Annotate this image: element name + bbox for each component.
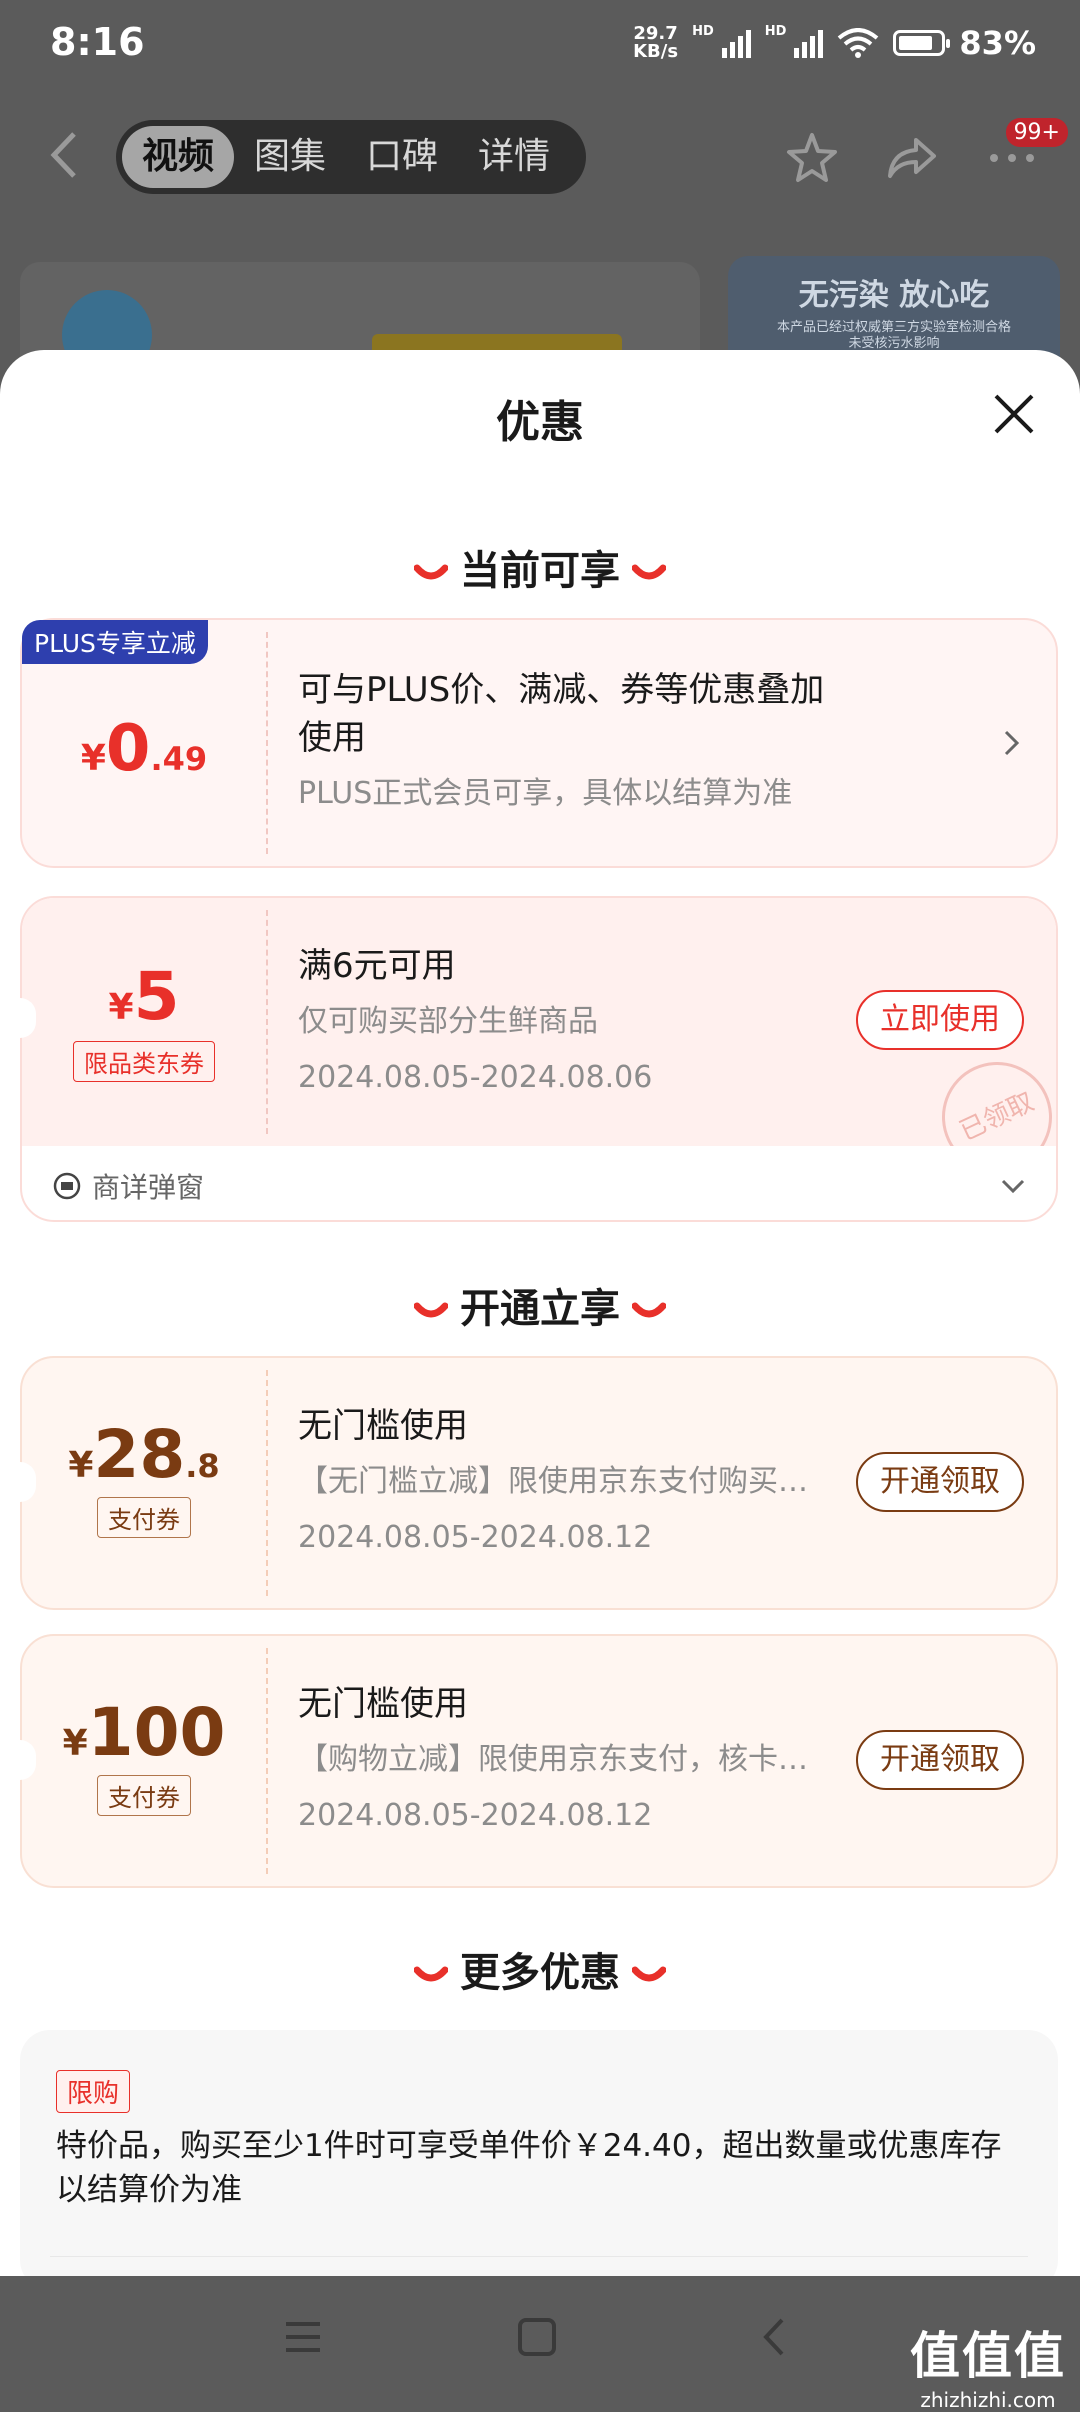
use-now-button[interactable]: 立即使用: [856, 990, 1024, 1050]
share-icon[interactable]: [884, 130, 940, 186]
coupon-5-tag: 限品类东券: [73, 1041, 215, 1082]
coupon-5-footer[interactable]: 商详弹窗: [52, 1166, 204, 1206]
coupon-100-card: ¥100 支付券 无门槛使用 【购物立减】限使用京东支付，核卡… 2024.08…: [20, 1634, 1058, 1888]
hd-label-1: HD: [692, 24, 714, 39]
plus-title-line2: 使用: [298, 718, 366, 758]
watermark-url: zhizhizhi.com: [920, 2388, 1056, 2412]
popup-icon: [53, 1172, 81, 1200]
coupon-100-price: ¥100 支付券: [22, 1636, 266, 1944]
amount-int: 0: [105, 712, 151, 786]
wifi-icon: [838, 28, 879, 58]
net-speed: 29.7 KB/s: [633, 25, 678, 61]
signal-icon-2: [794, 28, 824, 58]
amount-dec: .49: [150, 740, 208, 778]
section-open: 开通立享: [0, 1276, 1080, 1334]
coupon-100-title: 无门槛使用: [298, 1684, 468, 1724]
sheet-title: 优惠: [496, 397, 584, 448]
smile-icon: [414, 564, 448, 580]
smile-icon: [632, 564, 666, 580]
smile-icon: [632, 1966, 666, 1982]
footer-label: 商详弹窗: [92, 1171, 205, 1204]
hd-label-2: HD: [764, 24, 787, 39]
discount-sheet: 优惠 当前可享 PLUS专享立减 ¥0.49 可与PLUS价、满减、券等优惠叠加…: [0, 350, 1080, 2276]
coupon-5-price: ¥5 限品类东券: [22, 898, 266, 1206]
purchase-limit-card: 限购 特价品，购买至少1件时可享受单件价￥24.40，超出数量或优惠库存 以结算…: [20, 2030, 1058, 2276]
amount: 100: [87, 1694, 226, 1771]
smile-icon: [414, 1302, 448, 1318]
tab-gallery[interactable]: 图集: [234, 126, 346, 188]
coupon-28-tag: 支付券: [97, 1497, 191, 1538]
coupon-28-date: 2024.08.05-2024.08.12: [298, 1520, 653, 1555]
section-open-label: 开通立享: [460, 1286, 620, 1332]
clock: 8:16: [50, 20, 145, 64]
dashed-divider: [266, 632, 268, 854]
chevron-down-icon[interactable]: [1000, 1178, 1026, 1194]
star-icon[interactable]: [784, 130, 840, 186]
smile-icon: [414, 1966, 448, 1982]
open-claim-button[interactable]: 开通领取: [856, 1452, 1024, 1512]
amount-dec: .8: [185, 1447, 220, 1485]
dashed-divider: [266, 1648, 268, 1874]
open-claim-button[interactable]: 开通领取: [856, 1730, 1024, 1790]
status-bar: 8:16 29.7 KB/s HD HD 83%: [0, 0, 1080, 90]
currency-symbol: ¥: [68, 1445, 94, 1486]
menu-icon[interactable]: [280, 2314, 326, 2360]
coupon-5-desc: 仅可购买部分生鲜商品: [298, 1004, 598, 1039]
back-icon[interactable]: [752, 2314, 798, 2360]
battery-percent: 83%: [959, 24, 1036, 62]
section-more: 更多优惠: [0, 1940, 1080, 1998]
coupon-28-desc: 【无门槛立减】限使用京东支付购买…: [298, 1464, 808, 1499]
coupon-5-date: 2024.08.05-2024.08.06: [298, 1060, 653, 1095]
divider: [50, 2256, 1028, 2257]
currency-symbol: ¥: [62, 1723, 88, 1764]
safety-banner-title: 无污染 放心吃: [798, 278, 990, 313]
message-badge: 99+: [1005, 118, 1068, 147]
back-arrow-icon[interactable]: [44, 130, 84, 180]
dashed-divider: [266, 910, 268, 1134]
section-more-label: 更多优惠: [460, 1950, 620, 1996]
plus-discount-card[interactable]: PLUS专享立减 ¥0.49 可与PLUS价、满减、券等优惠叠加 使用 PLUS…: [20, 618, 1058, 868]
section-current-label: 当前可享: [460, 548, 620, 594]
claimed-stamp: 已领取: [942, 1062, 1052, 1146]
safety-banner-subtitle-1: 本产品已经过权威第三方实验室检测合格: [776, 320, 1011, 335]
coupon-28-title: 无门槛使用: [298, 1406, 468, 1446]
net-speed-unit: KB/s: [633, 41, 679, 62]
watermark-logo: 值值值: [910, 2327, 1066, 2385]
plus-title-line1: 可与PLUS价、满减、券等优惠叠加: [298, 670, 825, 710]
currency-symbol: ¥: [80, 738, 106, 779]
limit-text-line1: 特价品，购买至少1件时可享受单件价￥24.40，超出数量或优惠库存: [56, 2128, 1002, 2164]
media-tabs: 视频 图集 口碑 详情: [116, 120, 586, 194]
coupon-28-price: ¥28.8 支付券: [22, 1358, 266, 1666]
amount: 5: [133, 958, 180, 1035]
coupon-100-desc: 【购物立减】限使用京东支付，核卡…: [298, 1742, 808, 1777]
currency-symbol: ¥: [108, 987, 134, 1028]
tab-reviews[interactable]: 口碑: [346, 126, 458, 188]
coupon-28-card: ¥28.8 支付券 无门槛使用 【无门槛立减】限使用京东支付购买… 2024.0…: [20, 1356, 1058, 1610]
amount-int: 28: [93, 1416, 186, 1493]
signal-icon: [721, 28, 751, 58]
tab-details[interactable]: 详情: [458, 126, 570, 188]
claimed-stamp-text: 已领取: [942, 1062, 1052, 1146]
home-icon[interactable]: [514, 2314, 560, 2360]
close-icon[interactable]: [990, 390, 1038, 438]
smile-icon: [632, 1302, 666, 1318]
product-header: 视频 图集 口碑 详情: [0, 100, 1080, 210]
coupon-5-card: ¥5 限品类东券 满6元可用 仅可购买部分生鲜商品 2024.08.05-202…: [20, 896, 1058, 1222]
limit-text-line2: 以结算价为准: [56, 2172, 242, 2208]
battery-icon: [893, 30, 951, 56]
limit-text: 特价品，购买至少1件时可享受单件价￥24.40，超出数量或优惠库存 以结算价为准: [56, 2124, 1028, 2212]
plus-subtitle: PLUS正式会员可享，具体以结算为准: [298, 776, 793, 811]
section-current: 当前可享: [0, 538, 1080, 596]
coupon-100-tag: 支付券: [97, 1775, 191, 1816]
coupon-100-date: 2024.08.05-2024.08.12: [298, 1798, 653, 1833]
coupon-5-title: 满6元可用: [298, 946, 456, 986]
tab-video[interactable]: 视频: [122, 126, 235, 188]
limit-tag: 限购: [56, 2070, 131, 2113]
dashed-divider: [266, 1370, 268, 1596]
watermark: 值值值 zhizhizhi.com: [910, 2316, 1066, 2412]
chevron-right-icon: [1004, 730, 1020, 756]
